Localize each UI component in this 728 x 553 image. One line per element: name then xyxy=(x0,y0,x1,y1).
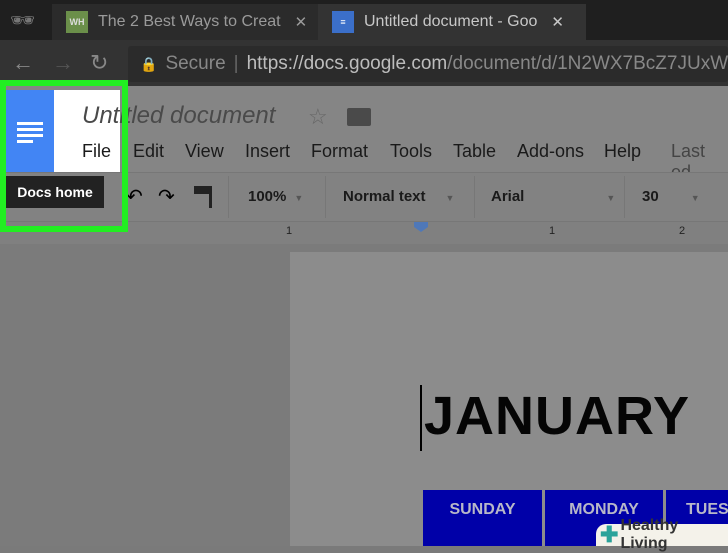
undo-icon[interactable]: ↶ xyxy=(126,184,143,209)
menu-insert[interactable]: Insert xyxy=(245,141,290,162)
close-tab-icon[interactable]: ✕ xyxy=(551,13,564,31)
tab-title: The 2 Best Ways to Creat xyxy=(98,13,281,30)
tab-google-docs[interactable]: ≡ Untitled document - Goo ✕ xyxy=(318,4,586,40)
watermark-text: Healthy Living xyxy=(620,517,679,552)
plus-icon: ✚ xyxy=(600,522,619,547)
ruler-label: 1 xyxy=(549,225,556,237)
folder-icon[interactable] xyxy=(347,108,371,126)
document-heading[interactable]: JANUARY xyxy=(424,385,690,447)
wikihow-favicon-icon: WH xyxy=(66,11,88,33)
url-input[interactable]: 🔒 Secure | https://docs.google.com/docum… xyxy=(128,46,728,82)
zoom-select[interactable]: 100% ▼ xyxy=(248,188,303,205)
divider xyxy=(228,176,229,218)
tab-title: Untitled document - Goo xyxy=(364,13,538,30)
menu-format[interactable]: Format xyxy=(311,141,368,162)
secure-label: Secure xyxy=(165,53,226,74)
indent-marker-icon[interactable] xyxy=(414,222,428,232)
back-icon[interactable]: ← xyxy=(12,50,34,76)
menu-view[interactable]: View xyxy=(185,141,224,162)
ruler-label: 1 xyxy=(286,225,293,237)
redo-icon[interactable]: ↷ xyxy=(158,184,175,209)
chevron-down-icon: ▼ xyxy=(445,193,455,203)
forward-icon[interactable]: → xyxy=(52,50,74,76)
url-path: /document/d/1N2WX7BcZ7JUxW xyxy=(447,53,728,74)
paint-format-icon[interactable] xyxy=(194,186,212,208)
menu-edit[interactable]: Edit xyxy=(133,141,164,162)
menu-help[interactable]: Help xyxy=(604,141,641,162)
divider xyxy=(624,176,625,218)
docs-favicon-icon: ≡ xyxy=(332,11,354,33)
font-select[interactable]: Arial ▼ xyxy=(491,188,615,205)
font-value: Arial xyxy=(491,188,525,205)
star-icon[interactable]: ☆ xyxy=(308,104,328,130)
divider xyxy=(474,176,475,218)
zoom-value: 100% xyxy=(248,188,287,205)
close-tab-icon[interactable]: ✕ xyxy=(295,13,308,31)
menu-add-ons[interactable]: Add-ons xyxy=(517,141,584,162)
tab-wikihow[interactable]: WH The 2 Best Ways to Creat ✕ xyxy=(52,4,322,40)
font-size-select[interactable]: 30 ▼ xyxy=(642,188,700,205)
menu-tools[interactable]: Tools xyxy=(390,141,432,162)
table-header-cell[interactable]: SUNDAY xyxy=(423,490,542,546)
text-cursor xyxy=(420,385,422,451)
docs-home-tooltip: Docs home xyxy=(6,176,104,208)
font-size-value: 30 xyxy=(642,188,659,205)
chevron-down-icon: ▼ xyxy=(294,193,304,203)
ruler-label: 2 xyxy=(679,225,686,237)
incognito-icon: 🕶 xyxy=(10,10,36,32)
healthy-living-watermark: ✚ Healthy Living xyxy=(596,517,728,552)
style-select[interactable]: Normal text ▼ xyxy=(343,188,454,205)
menu-table[interactable]: Table xyxy=(453,141,496,162)
chevron-down-icon: ▼ xyxy=(606,193,616,203)
style-value: Normal text xyxy=(343,188,426,205)
reload-icon[interactable]: ↻ xyxy=(90,50,108,76)
highlight-box xyxy=(0,80,128,232)
chevron-down-icon: ▼ xyxy=(690,193,700,203)
url-host: https://docs.google.com xyxy=(246,53,448,74)
lock-icon: 🔒 xyxy=(140,55,158,72)
divider xyxy=(325,176,326,218)
